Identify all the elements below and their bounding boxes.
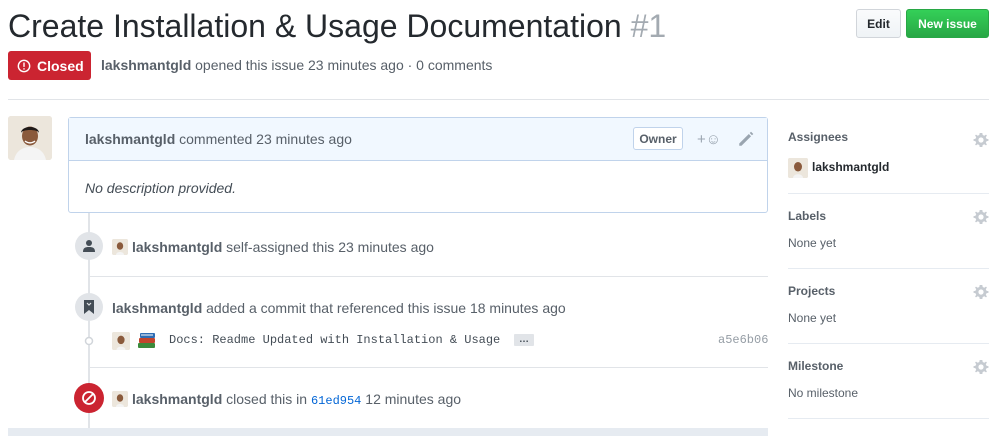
commit-ref-event-detail: added a commit that referenced this issu… — [202, 300, 566, 316]
commit-ref-event-text: lakshmantgld added a commit that referen… — [112, 300, 566, 316]
event-avatar[interactable] — [112, 239, 128, 255]
sidebar-milestone-title[interactable]: Milestone — [788, 359, 989, 373]
gear-icon[interactable] — [973, 209, 989, 225]
timeline-bottom-bar — [8, 428, 768, 436]
commit-dot-icon — [84, 336, 94, 346]
closing-commit-link[interactable]: 61ed954 — [311, 394, 361, 408]
books-icon — [136, 331, 158, 351]
closed-event-after: 12 minutes ago — [361, 391, 462, 407]
sidebar-labels-title[interactable]: Labels — [788, 209, 989, 223]
sidebar-milestone-value: No milestone — [788, 386, 859, 400]
header-divider — [8, 99, 989, 100]
commit-sha-link[interactable]: a5e6b06 — [718, 333, 768, 347]
commit-author-avatar[interactable] — [112, 332, 130, 350]
add-reaction-icon[interactable]: +☺ — [697, 129, 727, 149]
sidebar-milestone: Milestone No milestone — [788, 359, 989, 400]
bookmark-icon — [75, 293, 103, 321]
pencil-icon[interactable] — [737, 130, 755, 148]
issue-title: Create Installation & Usage Documentatio… — [8, 6, 666, 46]
assignee-name-link[interactable]: lakshmantgld — [812, 160, 889, 174]
sidebar-divider — [788, 268, 989, 269]
comment-header-text: lakshmantgld commented 23 minutes ago — [85, 131, 352, 147]
avatar[interactable] — [8, 116, 52, 160]
sidebar-divider — [788, 343, 989, 344]
gear-icon[interactable] — [973, 284, 989, 300]
sidebar-assignees: Assignees — [788, 130, 989, 144]
assigned-event-text: lakshmantgld self-assigned this 23 minut… — [132, 239, 434, 255]
event-divider — [90, 276, 768, 277]
closed-circle-slash-icon — [74, 383, 104, 413]
sidebar-divider — [788, 193, 989, 194]
sidebar-labels: Labels None yet — [788, 209, 989, 250]
issue-author-link[interactable]: lakshmantgld — [101, 57, 191, 73]
sidebar-assignees-title[interactable]: Assignees — [788, 130, 989, 144]
closed-author-link[interactable]: lakshmantgld — [132, 391, 222, 407]
event-divider — [90, 367, 768, 368]
gear-icon[interactable] — [973, 132, 989, 148]
sidebar-projects-title[interactable]: Projects — [788, 284, 989, 298]
event-avatar[interactable] — [112, 391, 128, 407]
person-icon — [75, 232, 103, 260]
assigned-event-detail: self-assigned this 23 minutes ago — [222, 239, 434, 255]
status-badge: Closed — [8, 51, 91, 80]
issue-meta-text: opened this issue 23 minutes ago · 0 com… — [191, 57, 493, 73]
sidebar-labels-value: None yet — [788, 236, 837, 250]
sidebar-projects-value: None yet — [788, 311, 837, 325]
comment-header: lakshmantgld commented 23 minutes ago Ow… — [69, 118, 767, 161]
issue-meta: lakshmantgld opened this issue 23 minute… — [101, 57, 492, 73]
commit-message-link[interactable]: Docs: Readme Updated with Installation &… — [169, 333, 500, 347]
comment-timestamp: commented 23 minutes ago — [175, 131, 352, 147]
issue-number: #1 — [630, 8, 667, 44]
owner-badge: Owner — [633, 127, 683, 150]
issue-closed-icon — [17, 59, 31, 72]
closed-event-text: lakshmantgld closed this in 61ed954 12 m… — [132, 391, 461, 408]
comment-author-link[interactable]: lakshmantgld — [85, 131, 175, 147]
gear-icon[interactable] — [973, 359, 989, 375]
edit-button[interactable]: Edit — [856, 9, 901, 38]
sidebar-divider — [788, 418, 989, 419]
new-issue-button[interactable]: New issue — [906, 9, 989, 38]
assigned-author-link[interactable]: lakshmantgld — [132, 239, 222, 255]
avatar-image-icon — [8, 116, 52, 160]
issue-title-text: Create Installation & Usage Documentatio… — [8, 8, 622, 44]
commit-ref-author-link[interactable]: lakshmantgld — [112, 300, 202, 316]
assignee-avatar[interactable] — [788, 158, 808, 178]
comment-body: No description provided. — [85, 180, 236, 196]
comment-box: lakshmantgld commented 23 minutes ago Ow… — [68, 117, 768, 213]
status-label: Closed — [37, 57, 84, 74]
closed-event-before: closed this in — [222, 391, 311, 407]
commit-expand-button[interactable]: … — [514, 334, 534, 346]
sidebar-projects: Projects None yet — [788, 284, 989, 325]
